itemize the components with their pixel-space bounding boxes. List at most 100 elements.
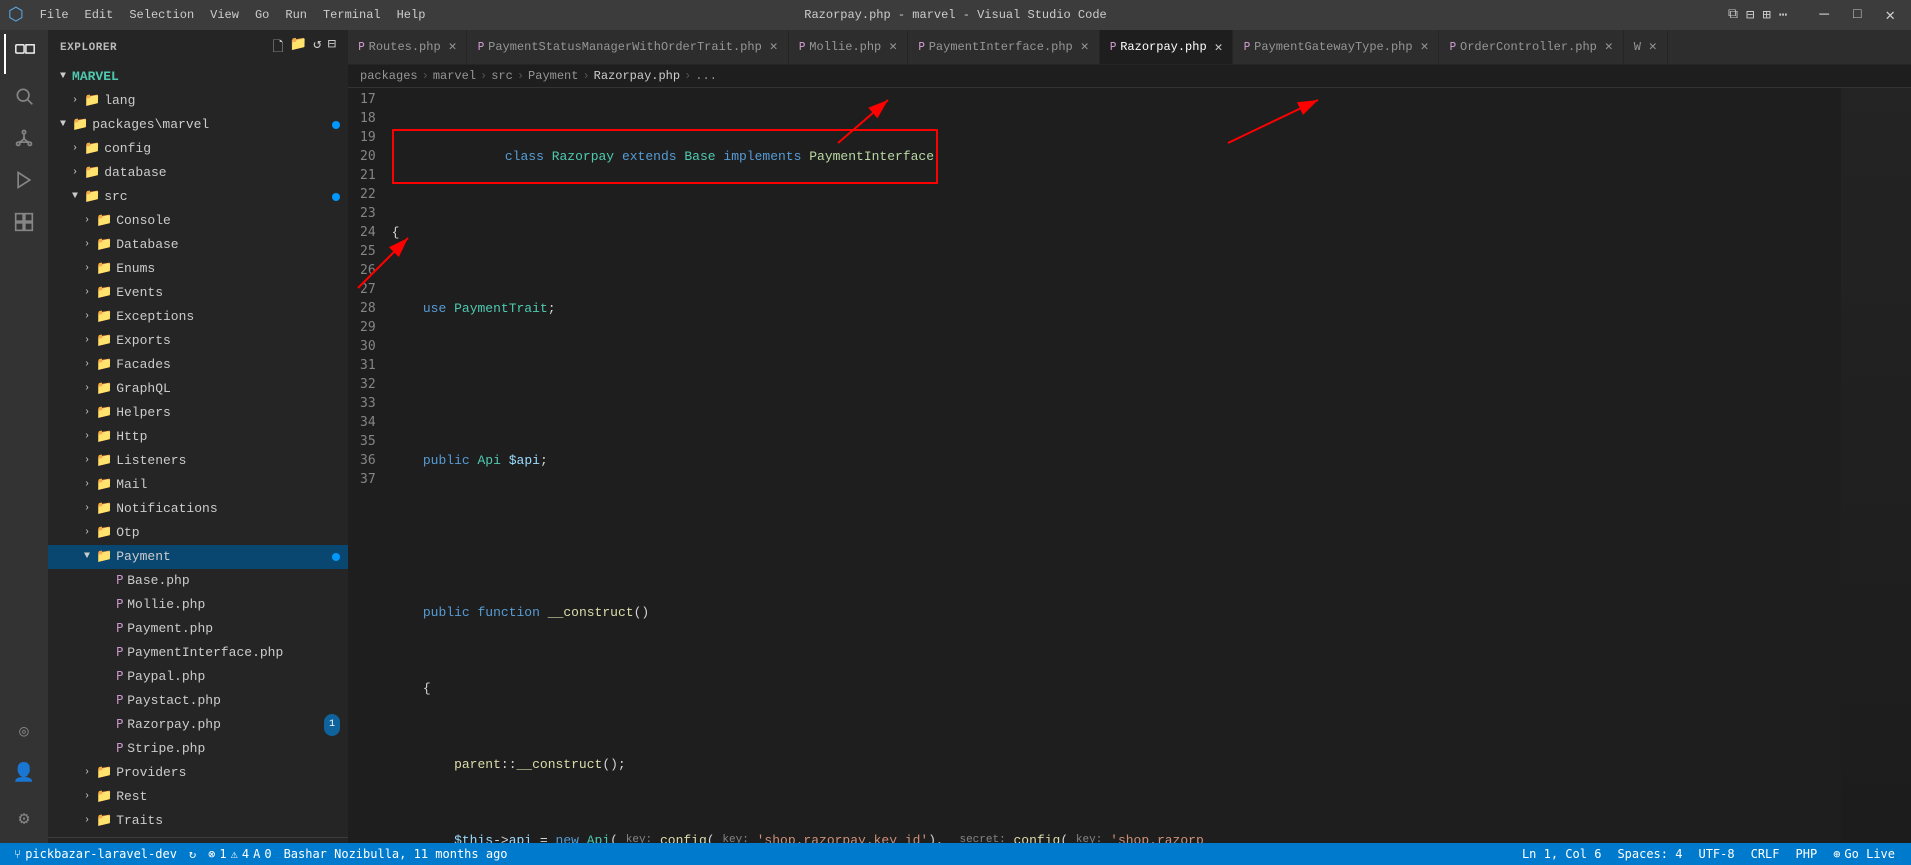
razorpay-badge: 1 (324, 714, 340, 736)
close-icon[interactable]: ✕ (1877, 5, 1903, 25)
explorer-icon[interactable] (4, 34, 44, 74)
breadcrumb-payment[interactable]: Payment (528, 69, 578, 83)
tab-close-icon3[interactable]: ✕ (889, 39, 897, 54)
tab-payment-gateway[interactable]: 𝖯 PaymentGatewayType.php ✕ (1233, 30, 1439, 64)
status-git-user[interactable]: Bashar Nozibulla, 11 months ago (278, 843, 514, 865)
menu-run[interactable]: Run (277, 6, 315, 24)
status-spaces[interactable]: Spaces: 4 (1609, 847, 1690, 861)
tree-item-facades[interactable]: › 📁 Facades (48, 353, 348, 377)
menu-file[interactable]: File (32, 6, 77, 24)
tree-item-events[interactable]: › 📁 Events (48, 281, 348, 305)
tree-item-database[interactable]: › 📁 database (48, 161, 348, 185)
tab-payment-status[interactable]: 𝖯 PaymentStatusManagerWithOrderTrait.php… (467, 30, 788, 64)
minimize-icon[interactable]: ─ (1811, 6, 1837, 24)
more-icon[interactable]: ⋯ (1779, 7, 1787, 24)
tree-label-database: database (104, 162, 166, 184)
sidebar-header: EXPLORER 🗋 📁 ↺ ⊟ (48, 30, 348, 65)
tab-routes[interactable]: 𝖯 Routes.php ✕ (348, 30, 467, 64)
tree-item-config[interactable]: › 📁 config (48, 137, 348, 161)
tree-item-paymentinterface-php[interactable]: 𝖯 PaymentInterface.php (48, 641, 348, 665)
tree-item-database2[interactable]: › 📁 Database (48, 233, 348, 257)
tree-item-exceptions[interactable]: › 📁 Exceptions (48, 305, 348, 329)
menu-selection[interactable]: Selection (121, 6, 202, 24)
status-branch[interactable]: ⑂ pickbazar-laravel-dev (8, 843, 183, 865)
tree-label-rest: Rest (116, 786, 147, 808)
collapse-all-icon[interactable]: ⊟ (328, 36, 336, 60)
tab-payment-interface[interactable]: 𝖯 PaymentInterface.php ✕ (908, 30, 1100, 64)
layout-icon[interactable]: ⧉ (1728, 7, 1738, 23)
tree-item-rest[interactable]: › 📁 Rest (48, 785, 348, 809)
tree-item-razorpay-php[interactable]: 𝖯 Razorpay.php 1 (48, 713, 348, 737)
status-cursor[interactable]: Ln 1, Col 6 (1514, 847, 1609, 861)
menu-go[interactable]: Go (247, 6, 277, 24)
source-control-icon[interactable] (4, 118, 44, 158)
tree-item-enums[interactable]: › 📁 Enums (48, 257, 348, 281)
menu-help[interactable]: Help (389, 6, 434, 24)
tree-item-exports[interactable]: › 📁 Exports (48, 329, 348, 353)
tree-item-paypal-php[interactable]: 𝖯 Paypal.php (48, 665, 348, 689)
tree-item-providers[interactable]: › 📁 Providers (48, 761, 348, 785)
tree-item-payment[interactable]: ▼ 📁 Payment (48, 545, 348, 569)
tree-item-paystact-php[interactable]: 𝖯 Paystact.php (48, 689, 348, 713)
status-language[interactable]: PHP (1788, 847, 1826, 861)
new-folder-icon[interactable]: 📁 (290, 36, 307, 60)
tree-item-mail[interactable]: › 📁 Mail (48, 473, 348, 497)
breadcrumb-file[interactable]: Razorpay.php (594, 69, 680, 83)
remote-icon[interactable]: ◎ (4, 711, 44, 751)
tree-item-notifications[interactable]: › 📁 Notifications (48, 497, 348, 521)
code-editor[interactable]: class Razorpay extends Base implements P… (392, 88, 1841, 843)
tree-item-otp[interactable]: › 📁 Otp (48, 521, 348, 545)
search-icon[interactable] (4, 76, 44, 116)
menu-bar: File Edit Selection View Go Run Terminal… (32, 6, 434, 24)
status-line-ending[interactable]: CRLF (1743, 847, 1788, 861)
maximize-icon[interactable]: □ (1845, 7, 1869, 23)
tree-root-marvel[interactable]: ▼ MARVEL (48, 65, 348, 89)
tree-item-console[interactable]: › 📁 Console (48, 209, 348, 233)
tree-item-mollie-php[interactable]: 𝖯 Mollie.php (48, 593, 348, 617)
split-icon[interactable]: ⊟ (1746, 7, 1754, 24)
tab-close-icon6[interactable]: ✕ (1421, 39, 1429, 54)
tab-mollie[interactable]: 𝖯 Mollie.php ✕ (789, 30, 908, 64)
tree-item-payment-php[interactable]: 𝖯 Payment.php (48, 617, 348, 641)
title-center: Razorpay.php - marvel - Visual Studio Co… (804, 8, 1106, 22)
tree-item-packages-marvel[interactable]: ▼ 📁 packages\marvel (48, 113, 348, 137)
tree-item-base-php[interactable]: 𝖯 Base.php (48, 569, 348, 593)
breadcrumb-packages[interactable]: packages (360, 69, 418, 83)
minimap-content (1841, 88, 1911, 843)
tree-item-lang[interactable]: › 📁 lang (48, 89, 348, 113)
tab-close-icon5[interactable]: ✕ (1215, 40, 1223, 55)
tab-close-icon8[interactable]: ✕ (1649, 39, 1657, 54)
extensions-icon[interactable] (4, 202, 44, 242)
tab-close-icon[interactable]: ✕ (449, 39, 457, 54)
menu-terminal[interactable]: Terminal (315, 6, 389, 24)
refresh-icon[interactable]: ↺ (313, 36, 321, 60)
tree-item-graphql[interactable]: › 📁 GraphQL (48, 377, 348, 401)
account-icon[interactable]: 👤 (4, 753, 44, 793)
breadcrumb-src[interactable]: src (491, 69, 513, 83)
tab-order-controller[interactable]: 𝖯 OrderController.php ✕ (1439, 30, 1623, 64)
tree-item-stripe-php[interactable]: 𝖯 Stripe.php (48, 737, 348, 761)
status-live-share[interactable]: ⊕ Go Live (1825, 847, 1903, 861)
tab-close-icon2[interactable]: ✕ (770, 39, 778, 54)
menu-view[interactable]: View (202, 6, 247, 24)
breadcrumb-more[interactable]: ... (695, 69, 717, 83)
menu-edit[interactable]: Edit (77, 6, 122, 24)
settings-icon[interactable]: ⚙ (4, 799, 44, 839)
status-errors[interactable]: ⊗ 1 ⚠ 4 A 0 (202, 843, 277, 865)
tree-item-listeners[interactable]: › 📁 Listeners (48, 449, 348, 473)
status-encoding[interactable]: UTF-8 (1690, 847, 1742, 861)
tree-item-src[interactable]: ▼ 📁 src (48, 185, 348, 209)
tab-close-icon7[interactable]: ✕ (1605, 39, 1613, 54)
tree-label-database2: Database (116, 234, 178, 256)
breadcrumb-marvel[interactable]: marvel (433, 69, 476, 83)
tab-w[interactable]: W ✕ (1624, 30, 1668, 64)
debug-icon[interactable] (4, 160, 44, 200)
status-sync[interactable]: ↻ (183, 843, 202, 865)
tab-close-icon4[interactable]: ✕ (1081, 39, 1089, 54)
grid-icon[interactable]: ⊞ (1762, 7, 1770, 24)
tree-item-helpers[interactable]: › 📁 Helpers (48, 401, 348, 425)
tree-item-traits[interactable]: › 📁 Traits (48, 809, 348, 833)
tab-razorpay[interactable]: 𝖯 Razorpay.php ✕ (1100, 30, 1234, 64)
tree-item-http[interactable]: › 📁 Http (48, 425, 348, 449)
new-file-icon[interactable]: 🗋 (272, 36, 283, 60)
